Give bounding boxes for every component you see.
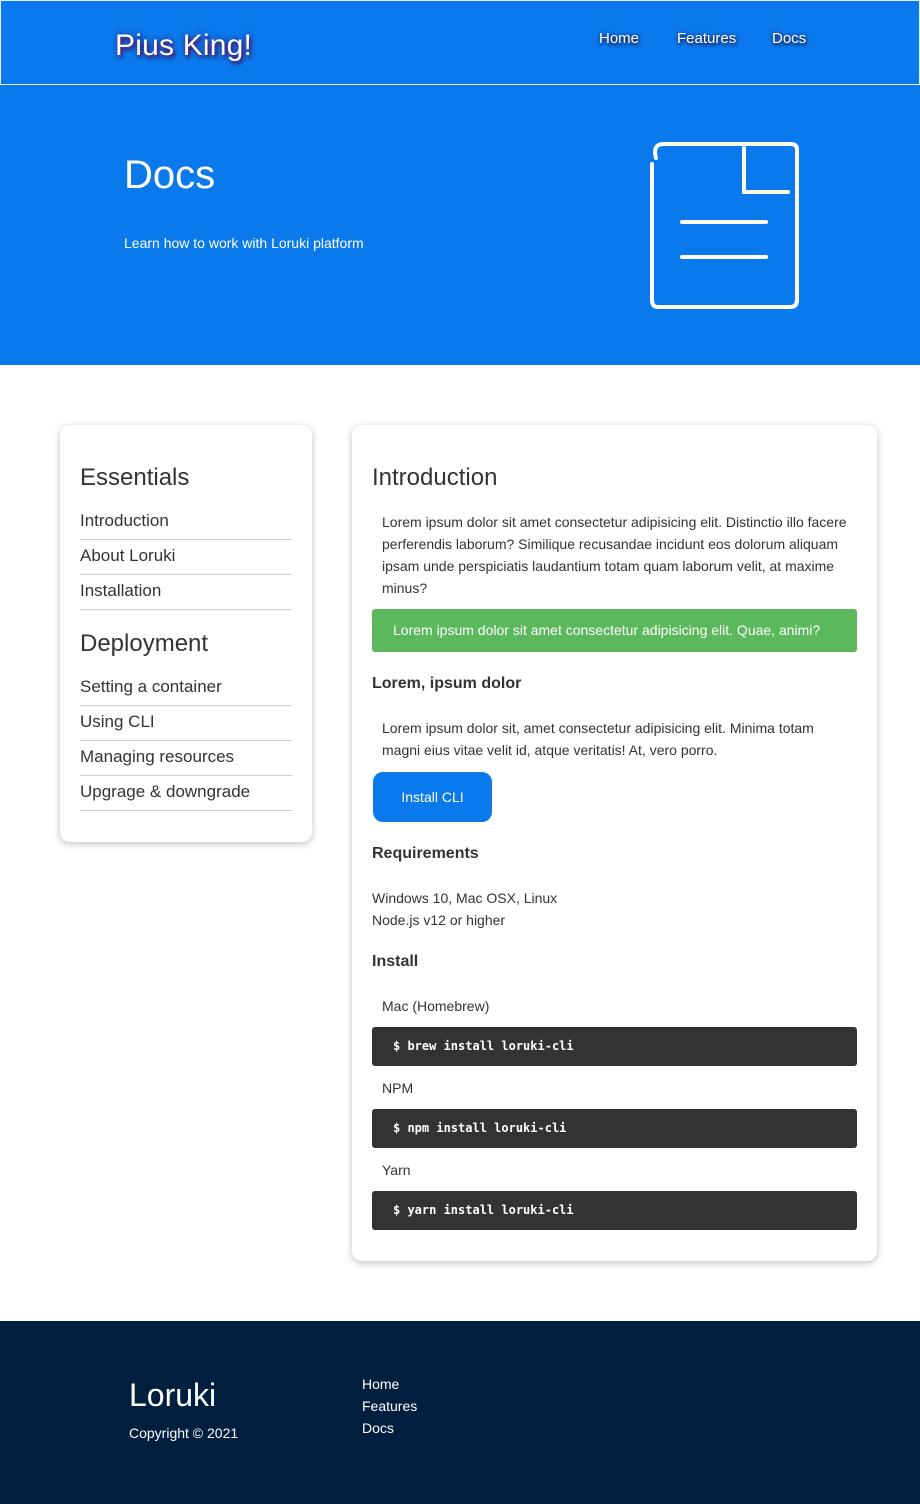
install-heading: Install bbox=[372, 953, 419, 970]
docs-sidebar: Essentials Introduction About Loruki Ins… bbox=[60, 425, 312, 842]
install-label-yarn: Yarn bbox=[382, 1162, 411, 1178]
hero-title: Docs bbox=[124, 153, 216, 197]
install-label-npm: NPM bbox=[382, 1080, 414, 1096]
install-label-homebrew: Mac (Homebrew) bbox=[382, 998, 490, 1014]
content-title: Introduction bbox=[372, 464, 498, 491]
navbar: Pius King! Home Features Docs bbox=[0, 0, 920, 85]
sidebar-heading-essentials: Essentials bbox=[80, 464, 190, 491]
subheading: Lorem, ipsum dolor bbox=[372, 675, 522, 692]
sidebar-item-introduction[interactable]: Introduction bbox=[80, 505, 292, 540]
nav-link-docs[interactable]: Docs bbox=[772, 30, 806, 47]
document-icon bbox=[650, 142, 799, 309]
footer-links: Home Features Docs bbox=[362, 1373, 417, 1439]
sidebar-item-installation[interactable]: Installation bbox=[80, 575, 292, 610]
brand-logo[interactable]: Pius King! bbox=[115, 29, 252, 63]
footer-link-features[interactable]: Features bbox=[362, 1395, 417, 1417]
docs-content: Introduction Lorem ipsum dolor sit amet … bbox=[352, 425, 877, 1261]
code-block-homebrew[interactable]: $ brew install loruki-cli bbox=[372, 1027, 857, 1066]
sidebar-item-using-cli[interactable]: Using CLI bbox=[80, 706, 292, 741]
sidebar-heading-deployment: Deployment bbox=[80, 630, 209, 657]
sub-paragraph: Lorem ipsum dolor sit, amet consectetur … bbox=[382, 720, 814, 758]
footer: Loruki Copyright © 2021 Home Features Do… bbox=[0, 1321, 920, 1504]
success-alert: Lorem ipsum dolor sit amet consectetur a… bbox=[372, 609, 857, 652]
code-block-npm[interactable]: $ npm install loruki-cli bbox=[372, 1109, 857, 1148]
requirement-os: Windows 10, Mac OSX, Linux bbox=[372, 890, 558, 906]
footer-link-home[interactable]: Home bbox=[362, 1373, 417, 1395]
hero-subtitle: Learn how to work with Loruki platform bbox=[124, 235, 364, 251]
hero-section: Docs Learn how to work with Loruki platf… bbox=[0, 85, 920, 365]
footer-brand: Loruki bbox=[129, 1377, 217, 1413]
sidebar-item-setting-container[interactable]: Setting a container bbox=[80, 671, 292, 706]
intro-paragraph: Lorem ipsum dolor sit amet consectetur a… bbox=[382, 514, 847, 596]
sidebar-list-deployment: Setting a container Using CLI Managing r… bbox=[80, 671, 292, 811]
sidebar-item-about-loruki[interactable]: About Loruki bbox=[80, 540, 292, 575]
footer-link-docs[interactable]: Docs bbox=[362, 1417, 417, 1439]
requirements-heading: Requirements bbox=[372, 845, 479, 862]
install-cli-button[interactable]: Install CLI bbox=[373, 772, 492, 822]
sidebar-item-upgrade-downgrade[interactable]: Upgrage & downgrade bbox=[80, 776, 292, 811]
requirement-node: Node.js v12 or higher bbox=[372, 912, 506, 928]
sidebar-list-essentials: Introduction About Loruki Installation bbox=[80, 505, 292, 610]
nav-link-home[interactable]: Home bbox=[599, 30, 639, 47]
nav-link-features[interactable]: Features bbox=[677, 30, 736, 47]
code-block-yarn[interactable]: $ yarn install loruki-cli bbox=[372, 1191, 857, 1230]
sidebar-item-managing-resources[interactable]: Managing resources bbox=[80, 741, 292, 776]
footer-copyright: Copyright © 2021 bbox=[129, 1425, 239, 1441]
